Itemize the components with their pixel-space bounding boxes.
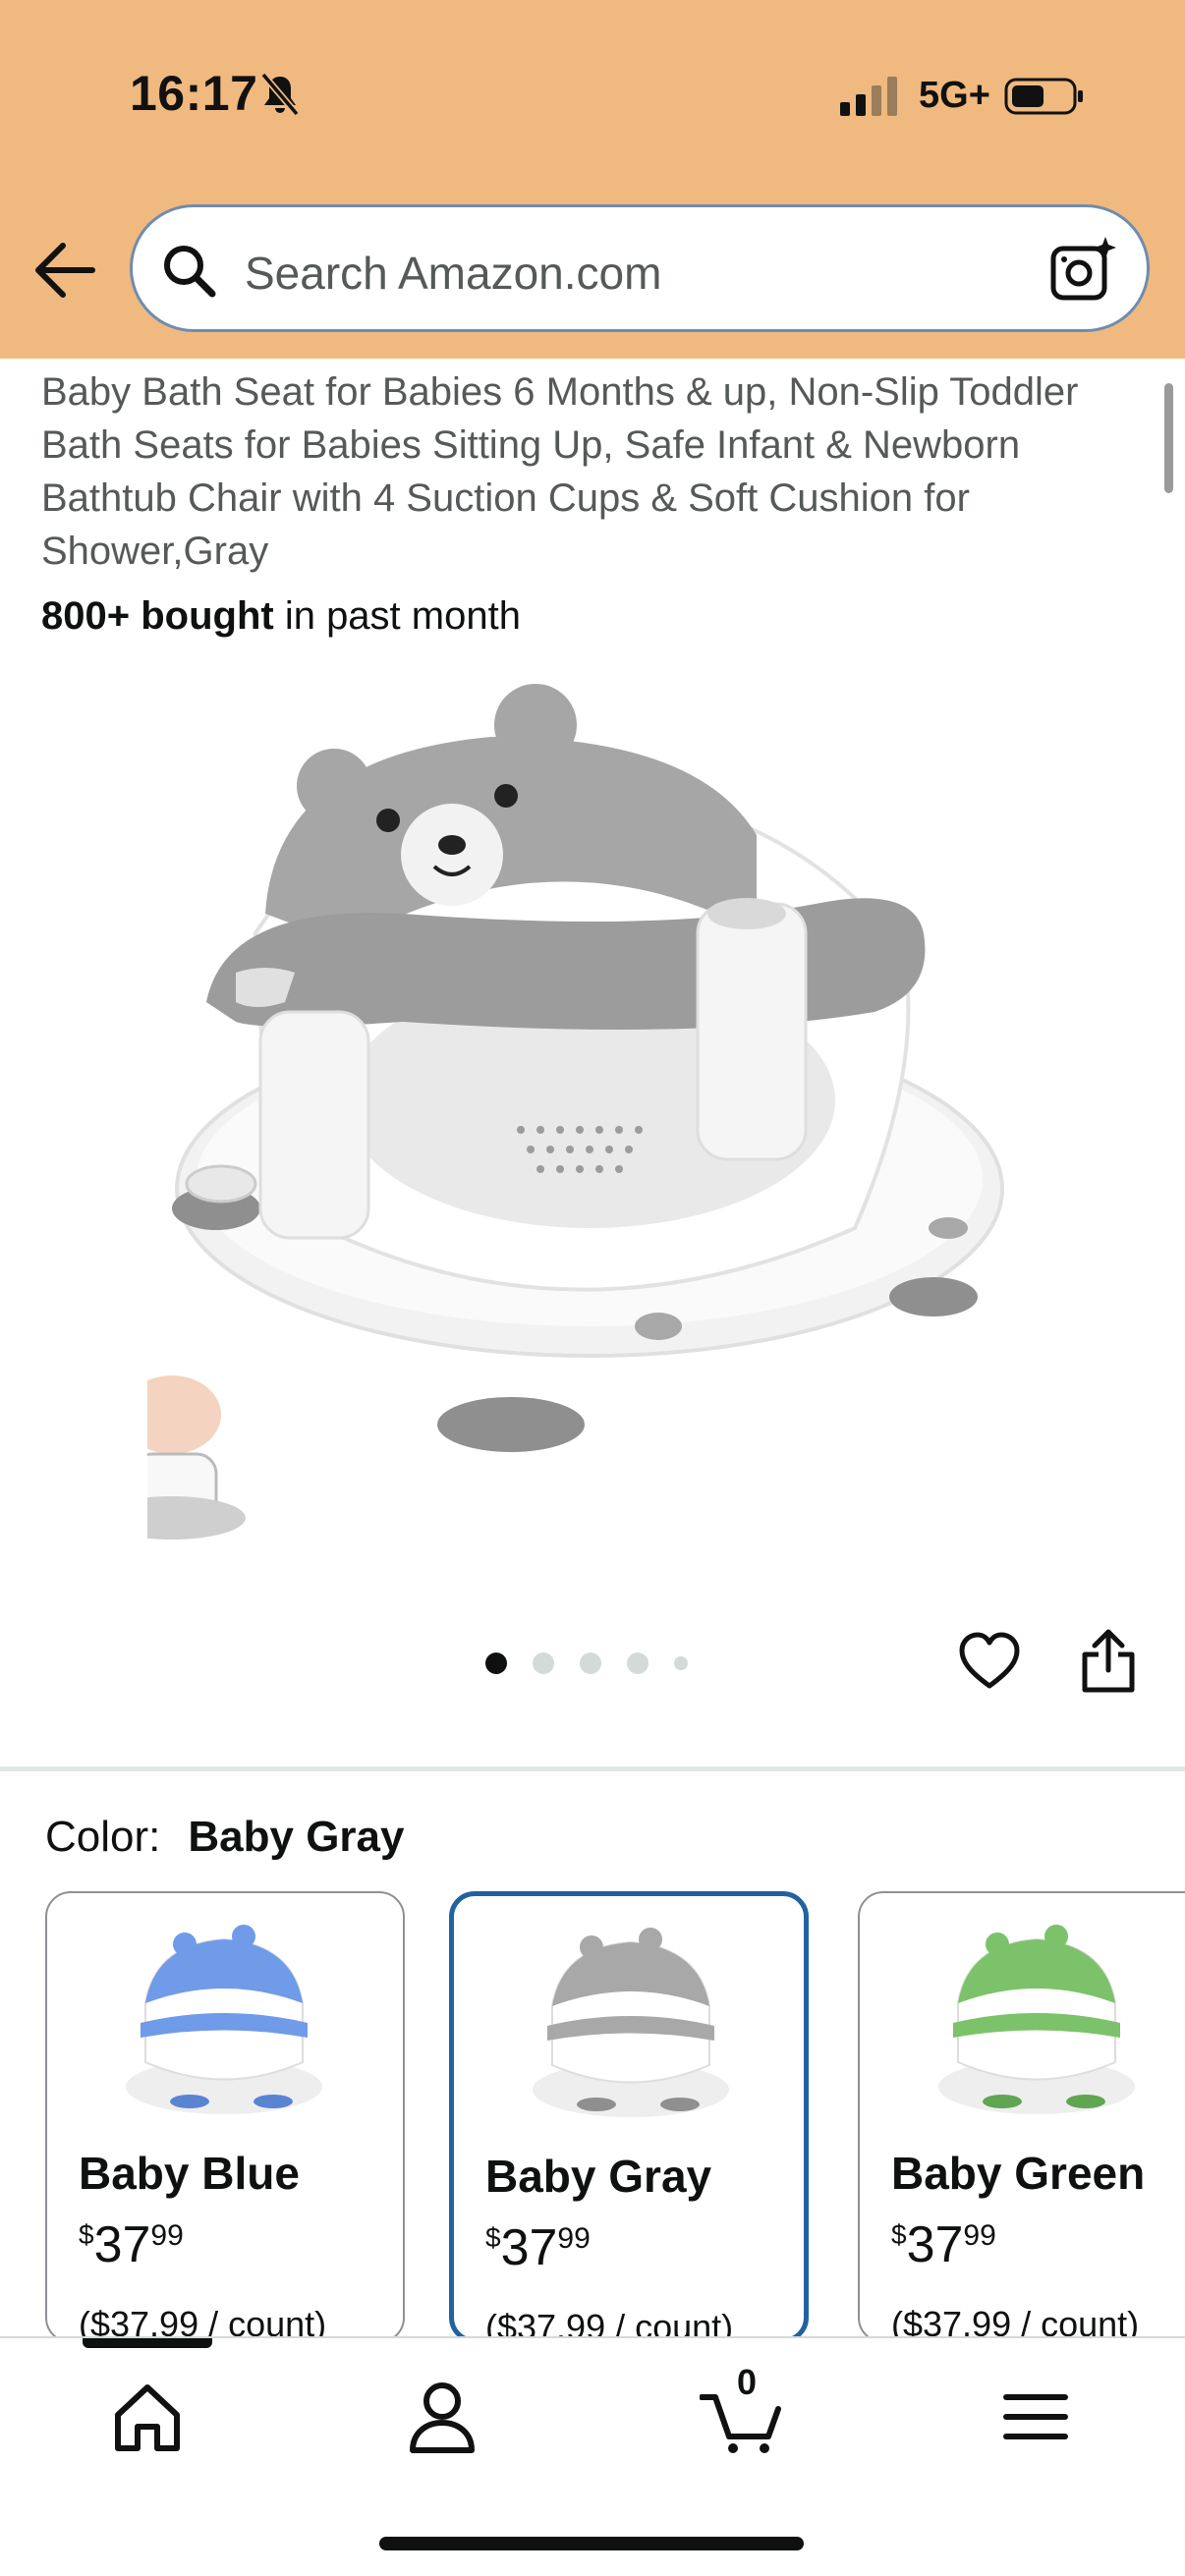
scrollbar[interactable] xyxy=(1164,383,1173,493)
menu-icon[interactable] xyxy=(996,2378,1075,2456)
swatch-image xyxy=(938,1925,1135,2114)
pager-dot[interactable] xyxy=(674,1656,688,1670)
swatch-cents: 99 xyxy=(557,2222,591,2255)
swatch-price: $3799 xyxy=(79,2215,184,2274)
color-selection-label: Color: Baby Gray xyxy=(45,1813,404,1862)
swatch-dollars: 37 xyxy=(906,2216,964,2273)
swatch-dollars: 37 xyxy=(500,2219,558,2276)
account-icon[interactable] xyxy=(403,2378,481,2456)
swatch-name: Baby Gray xyxy=(485,2151,712,2202)
color-selected-value: Baby Gray xyxy=(188,1813,405,1861)
swatch-currency: $ xyxy=(79,2219,94,2250)
color-option-baby-green[interactable]: Baby Green $3799 ($37.99 / count) xyxy=(858,1891,1185,2343)
product-title: Baby Bath Seat for Babies 6 Months & up,… xyxy=(41,370,1079,573)
pager-dot[interactable] xyxy=(627,1652,649,1674)
home-icon[interactable] xyxy=(108,2378,187,2456)
home-indicator[interactable] xyxy=(379,2537,804,2550)
color-option-baby-blue[interactable]: Baby Blue $3799 ($37.99 / count) xyxy=(45,1891,405,2343)
color-label: Color: xyxy=(45,1813,161,1861)
share-icon[interactable] xyxy=(1077,1629,1140,1694)
swatch-name: Baby Blue xyxy=(79,2148,300,2199)
swatch-dollars: 37 xyxy=(93,2216,151,2273)
swatch-name: Baby Green xyxy=(891,2148,1146,2199)
swatch-price: $3799 xyxy=(891,2215,996,2274)
search-icon xyxy=(164,246,216,298)
cart-count: 0 xyxy=(736,2362,758,2402)
search-placeholder: Search Amazon.com xyxy=(245,248,662,299)
pager-dot[interactable] xyxy=(485,1652,507,1674)
swatch-price: $3799 xyxy=(485,2218,591,2277)
battery-icon xyxy=(1004,78,1083,115)
search-bar[interactable]: Search Amazon.com xyxy=(130,204,1150,332)
bought-count-bold: 800+ bought xyxy=(41,594,274,638)
color-option-baby-gray[interactable]: Baby Gray $3799 ($37.99 / count) xyxy=(449,1891,809,2343)
pager-dot[interactable] xyxy=(533,1652,554,1674)
swatch-cents: 99 xyxy=(963,2219,996,2252)
camera-search-icon[interactable] xyxy=(1048,235,1117,304)
pager-dot[interactable] xyxy=(580,1652,601,1674)
swatch-currency: $ xyxy=(485,2222,501,2253)
bought-count: 800+ bought in past month xyxy=(41,594,521,639)
nav-active-indicator xyxy=(83,2338,212,2348)
image-pager[interactable] xyxy=(485,1651,713,1676)
status-time: 16:17 xyxy=(130,66,258,121)
bell-muted-icon xyxy=(260,73,300,116)
header: 16:17 5G+ Search Amazon.com xyxy=(0,0,1185,359)
network-type: 5G+ xyxy=(919,75,990,116)
swatch-cents: 99 xyxy=(150,2219,184,2252)
swatch-image xyxy=(126,1925,322,2114)
back-arrow-icon[interactable] xyxy=(29,238,98,303)
swatch-currency: $ xyxy=(891,2219,907,2250)
section-divider xyxy=(0,1766,1185,1771)
heart-icon[interactable] xyxy=(958,1631,1021,1692)
product-image[interactable] xyxy=(147,678,1032,1542)
swatch-image xyxy=(533,1928,729,2117)
bought-count-text: in past month xyxy=(273,594,521,638)
cellular-signal-icon xyxy=(840,77,897,116)
